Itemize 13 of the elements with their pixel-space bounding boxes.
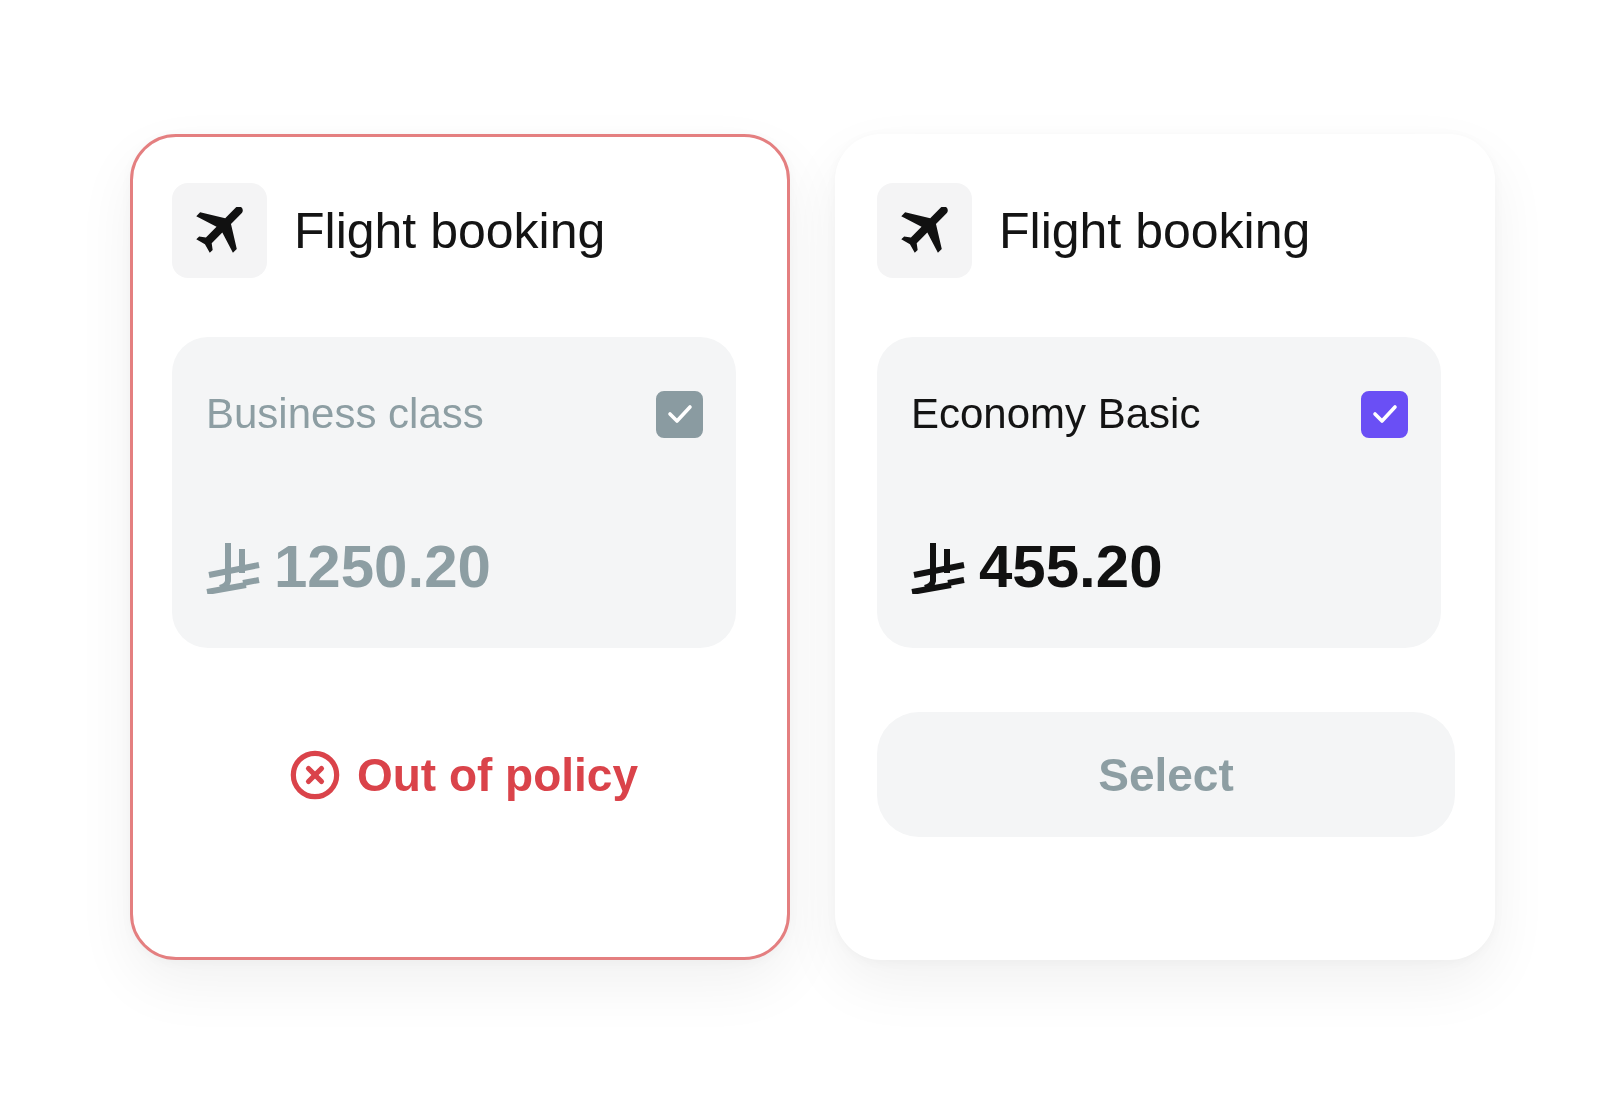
card-title: Flight booking <box>294 201 606 260</box>
plane-icon <box>195 207 244 254</box>
fare-name: Business class <box>206 390 484 438</box>
card-title: Flight booking <box>999 201 1311 260</box>
checkbox[interactable] <box>1361 390 1408 438</box>
fare-name: Economy Basic <box>911 390 1201 438</box>
check-icon <box>1371 404 1398 424</box>
policy-warning: Out of policy <box>356 747 639 802</box>
check-icon <box>666 404 693 424</box>
fare-price: 455.20 <box>979 532 1163 601</box>
plane-icon <box>900 207 949 254</box>
fare-price: 1250.20 <box>274 532 491 601</box>
error-icon <box>288 748 341 801</box>
